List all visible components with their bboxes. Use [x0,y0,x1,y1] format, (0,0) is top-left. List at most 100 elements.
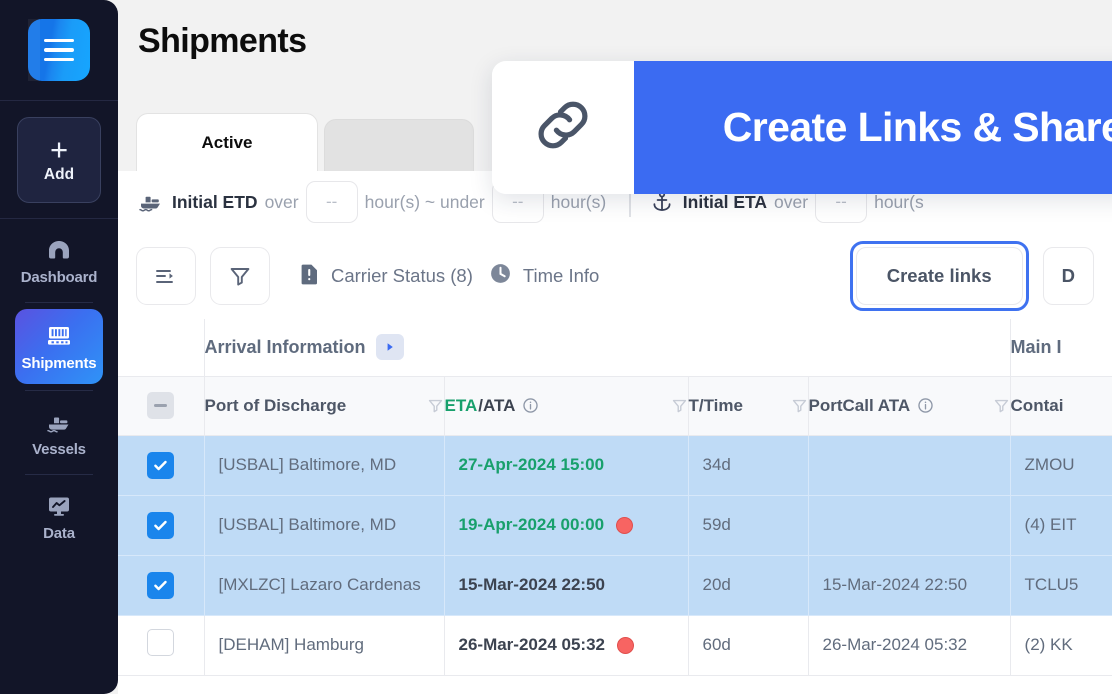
row-checkbox-cell[interactable] [118,555,204,615]
eta-value: 15-Mar-2024 22:50 [459,575,605,595]
indeterminate-checkbox[interactable] [147,392,174,419]
create-links-button[interactable]: Create links [856,247,1023,305]
filter-etd-hours-label-2: hour(s) [551,192,606,213]
filter-funnel-icon[interactable] [791,397,808,414]
eta-value: 27-Apr-2024 15:00 [459,455,605,475]
cell-container: ZMOU [1010,435,1112,495]
sidebar-nav: Dashboard [0,219,118,552]
row-checkbox[interactable] [147,512,174,539]
create-links-focus-ring: Create links [850,241,1029,311]
banner-text-panel: Create Links & Share [634,61,1112,194]
alert-doc-icon [300,262,320,291]
filter-funnel-icon[interactable] [993,397,1010,414]
sidebar-item-dashboard[interactable]: Dashboard [16,225,102,296]
ship-icon [136,189,166,215]
app-logo-icon[interactable] [28,19,90,81]
content-card: Initial ETD over -- hour(s) ~ under -- h… [118,171,1112,694]
row-checkbox[interactable] [147,452,174,479]
filter-etd-over-label: over [265,192,299,213]
group-header-main: Main I [1010,319,1112,376]
info-icon[interactable] [522,397,539,414]
expand-arrow-icon[interactable] [376,334,404,360]
add-button-label: Add [44,166,74,184]
cell-container: (4) EIT [1010,495,1112,555]
alert-dot-icon [616,517,633,534]
sidebar-divider [25,474,93,475]
logo-container [0,0,118,101]
row-checkbox[interactable] [147,572,174,599]
main-area: Shipments Active Initia [118,0,1112,694]
table-group-header-row: Arrival Information Main I [118,319,1112,376]
carrier-status-label: Carrier Status (8) [331,265,473,287]
column-container[interactable]: Contai [1010,376,1112,435]
sidebar-divider [25,390,93,391]
column-label: Port of Discharge [205,396,347,416]
add-button-container: + Add [0,101,118,219]
cell-port-of-discharge: [DEHAM] Hamburg [204,615,444,675]
group-header-label: Main I [1011,337,1062,357]
column-eta-ata[interactable]: ETA /ATA [444,376,688,435]
cell-container: (2) KK [1010,615,1112,675]
column-t-time[interactable]: T/Time [688,376,808,435]
tab-active[interactable]: Active [136,113,318,171]
column-portcall-ata[interactable]: PortCall ATA [808,376,1010,435]
row-checkbox[interactable] [147,629,174,656]
cell-eta-ata: 27-Apr-2024 15:00 [444,435,688,495]
filter-etd-over-input[interactable]: -- [306,181,358,223]
sidebar-item-label: Vessels [32,441,86,458]
filter-eta-hours-label: hour(s [874,192,924,213]
clock-icon [489,262,512,290]
filter-funnel-icon[interactable] [671,397,688,414]
time-info-button[interactable]: Time Info [489,262,599,290]
table-row[interactable]: [USBAL] Baltimore, MD 27-Apr-2024 15:00 … [118,435,1112,495]
table-row[interactable]: [MXLZC] Lazaro Cardenas 15-Mar-2024 22:5… [118,555,1112,615]
cell-container: TCLU5 [1010,555,1112,615]
sidebar-item-data[interactable]: Data [16,481,102,552]
column-label: Contai [1011,396,1064,415]
page-title: Shipments [138,22,306,61]
filter-funnel-icon[interactable] [427,397,444,414]
home-icon [44,237,74,263]
banner-icon-panel [492,61,634,194]
row-checkbox-cell[interactable] [118,615,204,675]
filter-funnel-icon[interactable] [210,247,270,305]
column-port-of-discharge[interactable]: Port of Discharge [204,376,444,435]
alert-dot-icon [617,637,634,654]
tab-secondary[interactable] [324,119,474,171]
column-label: T/Time [689,396,743,416]
cell-portcall-ata: 26-Mar-2024 05:32 [808,615,1010,675]
vessel-icon [44,409,74,435]
group-header-label: Arrival Information [205,337,366,358]
select-all-header[interactable] [118,376,204,435]
info-icon[interactable] [917,397,934,414]
shipments-table: Arrival Information Main I [118,319,1112,694]
cell-portcall-ata [808,495,1010,555]
row-checkbox-cell[interactable] [118,435,204,495]
sidebar-divider [25,302,93,303]
create-links-banner[interactable]: Create Links & Share [492,61,1112,194]
cell-t-time: 59d [688,495,808,555]
sidebar-item-label: Dashboard [21,269,98,286]
add-button[interactable]: + Add [17,117,101,203]
table-row[interactable]: [USBAL] Baltimore, MD 19-Apr-2024 00:00 … [118,495,1112,555]
download-button[interactable]: D [1043,247,1094,305]
sidebar-item-shipments[interactable]: Shipments [15,309,103,384]
carrier-status-button[interactable]: Carrier Status (8) [300,262,473,291]
cell-t-time: 60d [688,615,808,675]
row-checkbox-cell[interactable] [118,495,204,555]
filter-etd-label: Initial ETD [172,192,258,213]
filter-eta-label: Initial ETA [683,192,767,213]
column-label-eta: ETA [445,396,478,416]
plus-icon: + [50,136,68,164]
table-row[interactable]: [DEHAM] Hamburg 26-Mar-2024 05:32 60d 26… [118,615,1112,675]
app-root: + Add Dashboard [0,0,1112,694]
columns-settings-icon[interactable] [136,247,196,305]
filter-eta-over-label: over [774,192,808,213]
group-header-arrival: Arrival Information [204,319,1010,376]
sidebar: + Add Dashboard [0,0,118,694]
cell-t-time: 34d [688,435,808,495]
time-info-label: Time Info [523,265,599,287]
container-icon [44,323,74,349]
cell-eta-ata: 19-Apr-2024 00:00 [444,495,688,555]
sidebar-item-vessels[interactable]: Vessels [16,397,102,468]
